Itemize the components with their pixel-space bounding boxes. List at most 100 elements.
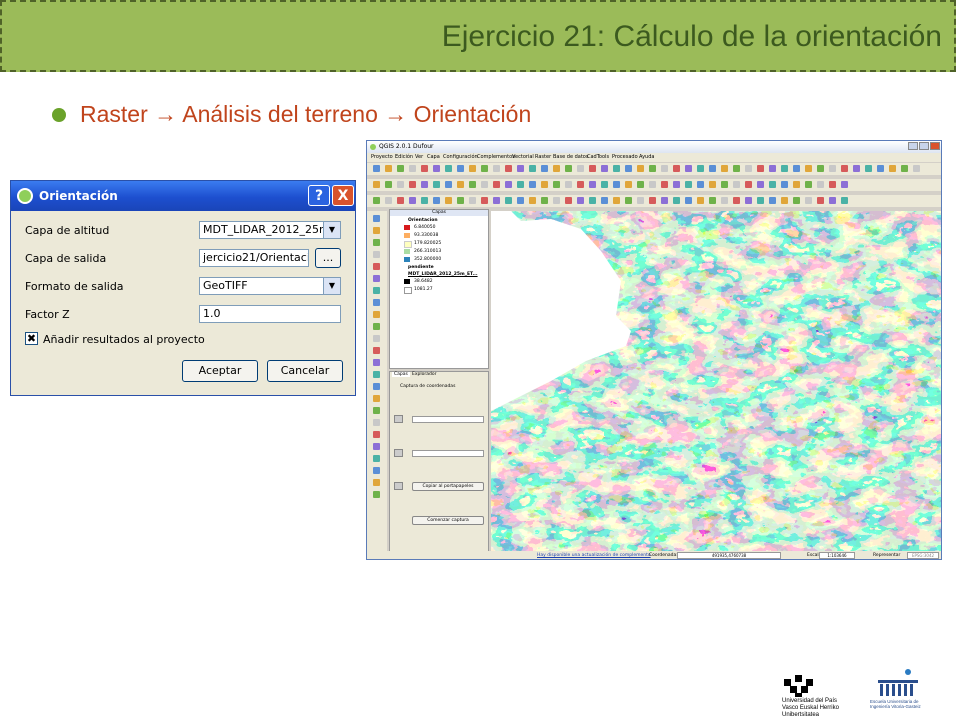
- toolbar-tool-icon[interactable]: [565, 165, 572, 172]
- layer-tool-icon[interactable]: [373, 287, 380, 294]
- crosshair-icon[interactable]: [394, 415, 403, 423]
- toolbar-tool-icon[interactable]: [697, 165, 704, 172]
- toolbar-tool-icon[interactable]: [421, 181, 428, 188]
- toolbar-tool-icon[interactable]: [553, 165, 560, 172]
- toolbar-tool-icon[interactable]: [481, 197, 488, 204]
- toolbar-tool-icon[interactable]: [505, 165, 512, 172]
- menu-raster[interactable]: Raster: [535, 154, 551, 160]
- toolbar-tool-icon[interactable]: [469, 197, 476, 204]
- toolbar-tool-icon[interactable]: [661, 197, 668, 204]
- toolbar-tool-icon[interactable]: [505, 181, 512, 188]
- toolbar-tool-icon[interactable]: [409, 197, 416, 204]
- toolbar-tool-icon[interactable]: [733, 197, 740, 204]
- toolbar-tool-icon[interactable]: [577, 197, 584, 204]
- minimize-icon[interactable]: [908, 142, 918, 150]
- toolbar-tool-icon[interactable]: [613, 197, 620, 204]
- layer-tool-icon[interactable]: [373, 479, 380, 486]
- toolbar-tool-icon[interactable]: [637, 181, 644, 188]
- toolbar-tool-icon[interactable]: [409, 165, 416, 172]
- browse-button[interactable]: ...: [315, 248, 341, 268]
- toolbar-tool-icon[interactable]: [529, 165, 536, 172]
- toolbar-tool-icon[interactable]: [721, 165, 728, 172]
- layer-tool-icon[interactable]: [373, 347, 380, 354]
- coord-field-2[interactable]: [412, 450, 484, 457]
- z-factor-input[interactable]: 1.0: [199, 305, 341, 323]
- coord-field-1[interactable]: [412, 416, 484, 423]
- toolbar-tool-icon[interactable]: [541, 181, 548, 188]
- toolbar-tool-icon[interactable]: [841, 197, 848, 204]
- layer-tool-icon[interactable]: [373, 335, 380, 342]
- accept-button[interactable]: Aceptar: [182, 360, 258, 382]
- toolbar-tool-icon[interactable]: [481, 181, 488, 188]
- toolbar-tool-icon[interactable]: [841, 165, 848, 172]
- start-capture-button[interactable]: Comenzar captura: [412, 516, 484, 525]
- toolbar-tool-icon[interactable]: [577, 165, 584, 172]
- toolbar-tool-icon[interactable]: [673, 165, 680, 172]
- close-button[interactable]: X: [332, 185, 354, 206]
- toolbar-tool-icon[interactable]: [637, 165, 644, 172]
- chevron-down-icon[interactable]: ▼: [323, 222, 340, 238]
- toolbar-tool-icon[interactable]: [397, 197, 404, 204]
- toolbar-tool-icon[interactable]: [469, 181, 476, 188]
- toolbar-tool-icon[interactable]: [829, 181, 836, 188]
- menu-ver[interactable]: Ver: [415, 154, 423, 160]
- layer-tool-icon[interactable]: [373, 371, 380, 378]
- toolbar-tool-icon[interactable]: [637, 197, 644, 204]
- toolbar-tool-icon[interactable]: [661, 165, 668, 172]
- menu-vectorial[interactable]: Vectorial: [512, 154, 534, 160]
- toolbar-tool-icon[interactable]: [757, 197, 764, 204]
- render-label[interactable]: Representar: [873, 553, 900, 558]
- toolbar-tool-icon[interactable]: [505, 197, 512, 204]
- toolbar-tool-icon[interactable]: [757, 181, 764, 188]
- toolbar-tool-icon[interactable]: [781, 197, 788, 204]
- toolbar-tool-icon[interactable]: [553, 181, 560, 188]
- chevron-down-icon[interactable]: ▼: [323, 278, 340, 294]
- layer-tool-icon[interactable]: [373, 407, 380, 414]
- toolbar-tool-icon[interactable]: [385, 165, 392, 172]
- maximize-icon[interactable]: [919, 142, 929, 150]
- menu-ayuda[interactable]: Ayuda: [639, 154, 654, 160]
- menu-procesado[interactable]: Procesado: [612, 154, 638, 160]
- toolbar-tool-icon[interactable]: [613, 165, 620, 172]
- altitude-layer-select[interactable]: MDT_LIDAR_2012_25m_ ▼: [199, 221, 341, 239]
- toolbar-tool-icon[interactable]: [625, 165, 632, 172]
- toolbar-tool-icon[interactable]: [757, 165, 764, 172]
- layer-tool-icon[interactable]: [373, 311, 380, 318]
- toolbar-tool-icon[interactable]: [433, 165, 440, 172]
- toolbar-tool-icon[interactable]: [421, 165, 428, 172]
- toolbar-tool-icon[interactable]: [385, 181, 392, 188]
- layer-mdt[interactable]: MDT_LIDAR_2012_25m_ET...: [408, 272, 478, 277]
- toolbar-tool-icon[interactable]: [745, 165, 752, 172]
- layer-tool-icon[interactable]: [373, 455, 380, 462]
- toolbar-tool-icon[interactable]: [601, 181, 608, 188]
- toolbar-tool-icon[interactable]: [385, 197, 392, 204]
- close-icon[interactable]: [930, 142, 940, 150]
- toolbar-tool-icon[interactable]: [373, 181, 380, 188]
- tab-explorador[interactable]: Explorador: [410, 372, 438, 377]
- toolbar-tool-icon[interactable]: [601, 165, 608, 172]
- layer-orientacion[interactable]: Orientacion: [408, 218, 438, 223]
- toolbar-tool-icon[interactable]: [673, 197, 680, 204]
- layer-tool-icon[interactable]: [373, 395, 380, 402]
- menu-edicion[interactable]: Edición: [395, 154, 413, 160]
- toolbar-tool-icon[interactable]: [817, 181, 824, 188]
- layer-tool-icon[interactable]: [373, 323, 380, 330]
- toolbar-tool-icon[interactable]: [445, 165, 452, 172]
- toolbar-tool-icon[interactable]: [565, 181, 572, 188]
- toolbar-tool-icon[interactable]: [805, 197, 812, 204]
- toolbar-tool-icon[interactable]: [793, 181, 800, 188]
- layer-tool-icon[interactable]: [373, 239, 380, 246]
- toolbar-tool-icon[interactable]: [625, 197, 632, 204]
- toolbar-tool-icon[interactable]: [745, 197, 752, 204]
- toolbar-tool-icon[interactable]: [817, 165, 824, 172]
- plugin-update-link[interactable]: Hay disponible una actualización de comp…: [537, 553, 651, 558]
- toolbar-tool-icon[interactable]: [409, 181, 416, 188]
- help-button[interactable]: ?: [308, 185, 330, 206]
- toolbar-tool-icon[interactable]: [721, 197, 728, 204]
- toolbar-tool-icon[interactable]: [481, 165, 488, 172]
- toolbar-tool-icon[interactable]: [805, 181, 812, 188]
- toolbar-tool-icon[interactable]: [709, 181, 716, 188]
- toolbar-tool-icon[interactable]: [457, 165, 464, 172]
- toolbar-tool-icon[interactable]: [589, 165, 596, 172]
- toolbar-tool-icon[interactable]: [541, 165, 548, 172]
